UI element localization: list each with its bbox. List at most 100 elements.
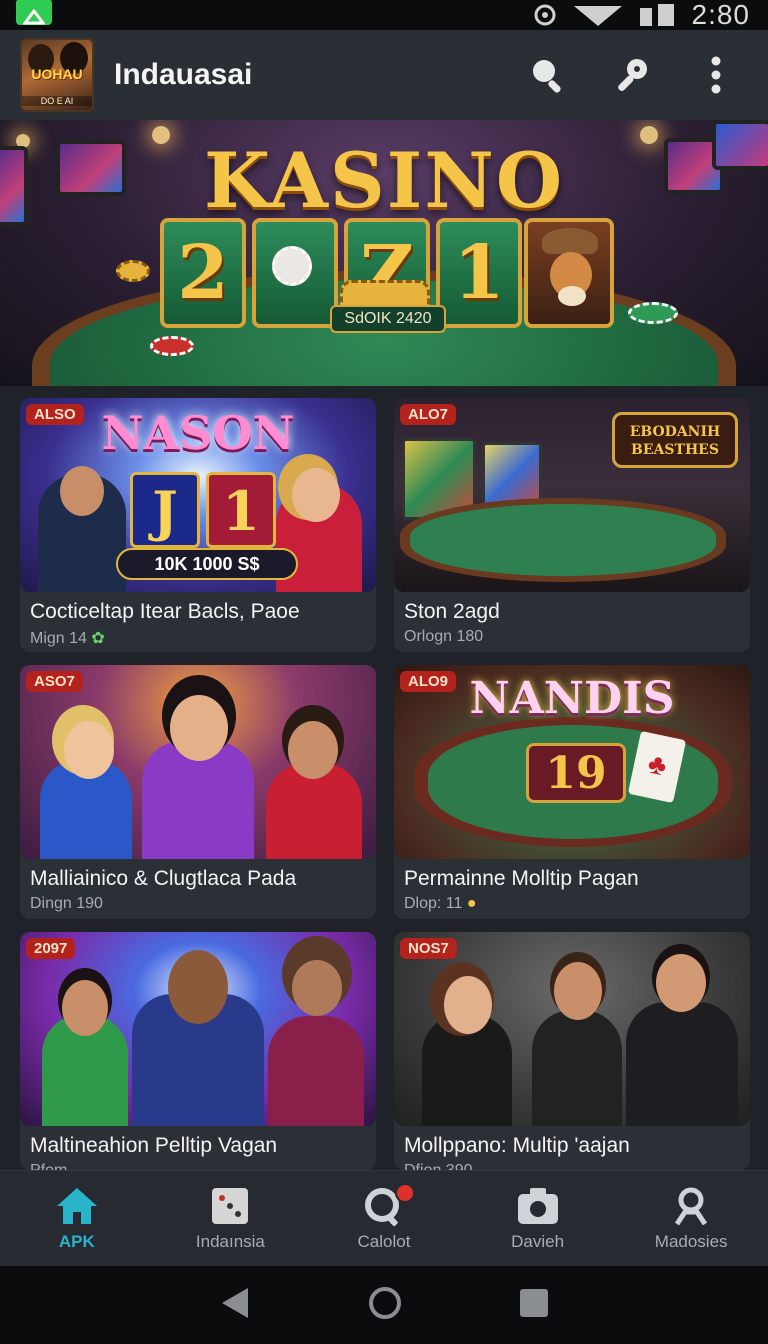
game-card[interactable]: 2097 Maltineahion Pelltip Vagan Pfom (20, 932, 376, 1170)
slot-reel: 1 (206, 472, 276, 548)
key-icon (618, 59, 647, 91)
nav-item-davieh[interactable]: Davieh (461, 1171, 615, 1266)
character-head (60, 466, 104, 516)
game-title: Ston 2agd (404, 600, 500, 623)
jackpot-pill: 10K 1000 S$ (116, 548, 298, 580)
game-card[interactable]: NASON J 1 10K 1000 S$ ALSO Cocticeltap I… (20, 398, 376, 652)
app-root: 2:80 UOHAU DO E AI Indauasai KASINO 2 Z … (0, 0, 768, 1344)
character-head (292, 960, 342, 1016)
nav-item-indonesia[interactable]: Indaınsia (154, 1171, 308, 1266)
system-navigation-bar (0, 1266, 768, 1344)
app-logo[interactable]: UOHAU DO E AI (20, 38, 94, 112)
gold-coin (116, 260, 150, 282)
app-actions (528, 55, 736, 95)
character-head (554, 962, 602, 1020)
recents-square-icon (520, 1288, 549, 1317)
game-card[interactable]: EBODANIH BEASTHES ALO7 Ston 2agd Orlogn … (394, 398, 750, 652)
mascot-character (524, 218, 614, 328)
game-title: Malliainico & Clugtlaca Pada (30, 867, 297, 890)
search-icon (533, 60, 561, 93)
game-meta: Dlop: 11 ● (404, 895, 477, 913)
back-button[interactable] (218, 1286, 252, 1325)
status-time: 2:80 (691, 0, 750, 30)
hero-banner[interactable]: KASINO 2 Z 1 SdOIK 2420 (0, 120, 768, 386)
leaf-icon: ✿ (91, 630, 105, 647)
game-card[interactable]: NOS7 Mollppano: Multip 'aajan Dfion 390 (394, 932, 750, 1170)
game-thumbnail: NANDIS 19 ♣ (394, 665, 750, 859)
character-figure (268, 1016, 364, 1126)
game-tag: 2097 (26, 938, 76, 959)
game-card[interactable]: NANDIS 19 ♣ ALO9 Permainne Molltip Pagan… (394, 665, 750, 919)
search-button[interactable] (528, 55, 568, 95)
game-meta: Mign 14 ✿ (30, 628, 105, 648)
nav-label: Davieh (511, 1231, 565, 1251)
home-icon (56, 1187, 97, 1224)
sync-icon (534, 4, 555, 26)
hero-title: KASINO (203, 136, 565, 225)
game-card[interactable]: ASO7 Malliainico & Clugtlaca Pada Dingn … (20, 665, 376, 919)
notification-app-icon (16, 0, 52, 25)
nav-label: Calolot (357, 1231, 411, 1251)
character-head (288, 721, 338, 779)
game-thumbnail: EBODANIH BEASTHES (394, 398, 750, 592)
game-title: Cocticeltap Itear Bacls, Paoe (30, 600, 300, 623)
character-head (168, 950, 228, 1024)
game-thumbnail (20, 665, 376, 859)
recents-button[interactable] (518, 1287, 550, 1324)
game-meta: Pfom (30, 1162, 67, 1170)
character-head (170, 695, 228, 761)
venue-sign: EBODANIH BEASTHES (612, 412, 738, 468)
game-thumbnail: NASON J 1 10K 1000 S$ (20, 398, 376, 592)
notification-badge (395, 1183, 416, 1203)
bottom-navigation: APK Indaınsia Calolot Davieh Madosies (0, 1170, 768, 1266)
coin-icon: ● (466, 895, 477, 912)
back-triangle-icon (221, 1287, 248, 1318)
poker-chip (150, 336, 194, 356)
game-meta-text: Dlop: 11 (404, 895, 463, 912)
game-meta: Orlogn 180 (404, 628, 484, 645)
nav-item-calolot[interactable]: Calolot (307, 1171, 461, 1266)
slot-reel: 19 (526, 743, 626, 803)
character-head (444, 976, 492, 1034)
poker-chip (272, 246, 312, 286)
nav-label: APK (58, 1231, 95, 1251)
game-meta: Dingn 190 (30, 895, 103, 912)
home-circle-icon (368, 1286, 401, 1319)
nav-item-apk[interactable]: APK (0, 1171, 154, 1266)
hero-reel-1: 2 (160, 218, 246, 328)
app-bar: UOHAU DO E AI Indauasai (0, 30, 768, 120)
home-button[interactable] (367, 1285, 403, 1326)
more-options-button[interactable] (696, 55, 736, 95)
character-head (62, 980, 108, 1036)
status-indicators: 2:80 (532, 0, 751, 31)
nav-item-madosies[interactable]: Madosies (614, 1171, 768, 1266)
table-felt (410, 504, 716, 576)
app-title: Indauasai (114, 58, 253, 91)
game-title: Mollppano: Multip 'aajan (404, 1134, 630, 1157)
game-tag: NOS7 (400, 938, 457, 959)
signal-icon (639, 4, 674, 26)
game-tag: ALO9 (400, 671, 457, 692)
game-thumbnail (20, 932, 376, 1126)
game-tag: ALO7 (400, 404, 457, 425)
hero-reel-4: 1 (436, 218, 522, 328)
nav-label: Indaınsia (195, 1231, 265, 1251)
character-head (64, 721, 114, 779)
logo-text: UOHAU (31, 66, 83, 82)
more-vertical-icon (711, 56, 721, 94)
hero-badge: SdOIK 2420 (330, 305, 446, 333)
character-figure (532, 1010, 622, 1126)
character-figure (626, 1002, 738, 1126)
nav-label: Madosies (654, 1231, 728, 1251)
character-head (292, 468, 340, 522)
game-title: Maltineahion Pelltip Vagan (30, 1134, 278, 1157)
character-head (656, 954, 706, 1012)
game-meta-text: Mign 14 (30, 630, 87, 647)
camera-icon (517, 1187, 558, 1224)
slot-reel: J (130, 472, 200, 548)
game-title: Permainne Molltip Pagan (404, 867, 639, 890)
key-button[interactable] (612, 55, 652, 95)
profile-icon (675, 1187, 708, 1225)
game-meta: Dfion 390 (404, 1162, 473, 1170)
game-thumbnail (394, 932, 750, 1126)
